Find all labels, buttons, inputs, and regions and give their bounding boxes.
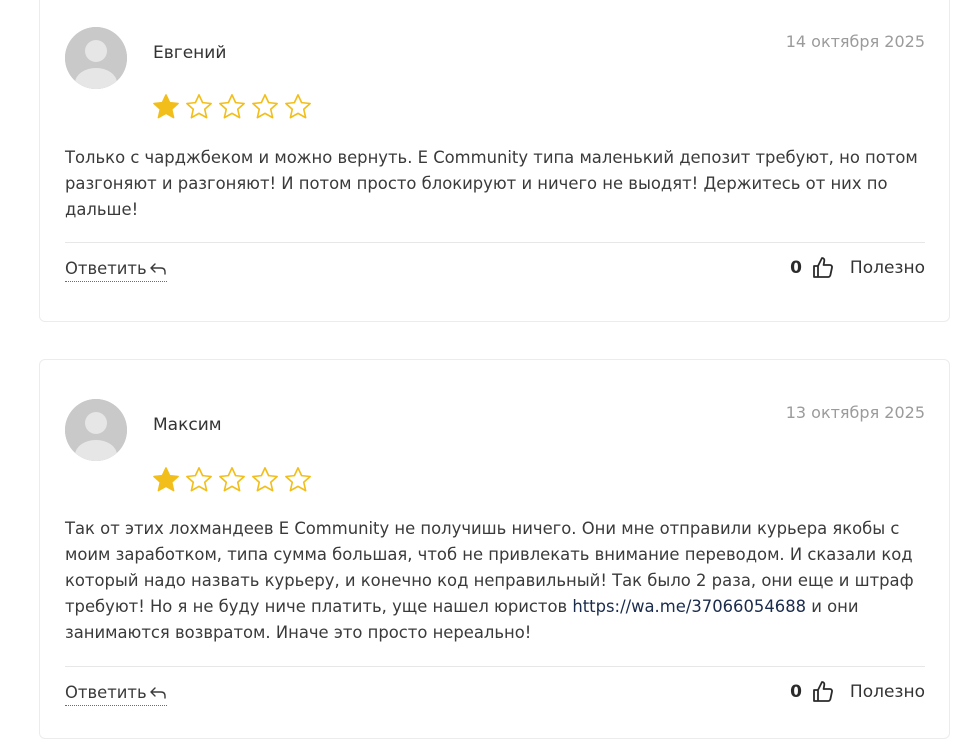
reply-button[interactable]: Ответить bbox=[65, 259, 167, 282]
star-empty-icon bbox=[285, 467, 311, 492]
helpful-button[interactable]: Полезно bbox=[850, 682, 925, 702]
star-filled-icon bbox=[153, 94, 179, 119]
star-empty-icon bbox=[285, 94, 311, 119]
user-placeholder-icon bbox=[65, 27, 127, 89]
thumbs-up-icon[interactable] bbox=[811, 680, 835, 704]
review-date: 14 октября 2025 bbox=[785, 32, 925, 51]
review-card: Максим 13 октября 2025 Так от этих лохма… bbox=[39, 359, 950, 739]
review-card: Евгений 14 октября 2025 Только с чарджбе… bbox=[39, 0, 950, 322]
avatar bbox=[65, 399, 127, 461]
avatar bbox=[65, 27, 127, 89]
reply-button[interactable]: Ответить bbox=[65, 683, 167, 706]
star-empty-icon bbox=[219, 94, 245, 119]
review-text: Только с чарджбеком и можно вернуть. E C… bbox=[65, 148, 918, 219]
helpful-button[interactable]: Полезно bbox=[850, 258, 925, 278]
star-filled-icon bbox=[153, 467, 179, 492]
divider bbox=[65, 666, 925, 667]
star-empty-icon bbox=[252, 94, 278, 119]
helpful-block: 0 Полезно bbox=[790, 680, 925, 704]
reply-label: Ответить bbox=[65, 683, 147, 702]
star-empty-icon bbox=[186, 467, 212, 492]
review-text: Так от этих лохмандеев E Community не по… bbox=[65, 516, 925, 646]
review-date: 13 октября 2025 bbox=[785, 403, 925, 422]
reply-arrow-icon bbox=[149, 262, 166, 275]
helpful-count: 0 bbox=[790, 258, 802, 278]
star-empty-icon bbox=[219, 467, 245, 492]
star-empty-icon bbox=[252, 467, 278, 492]
reply-arrow-icon bbox=[149, 686, 166, 699]
review-author: Максим bbox=[153, 415, 222, 435]
divider bbox=[65, 242, 925, 243]
thumbs-up-icon[interactable] bbox=[811, 256, 835, 280]
reply-label: Ответить bbox=[65, 259, 147, 278]
helpful-block: 0 Полезно bbox=[790, 256, 925, 280]
rating-stars bbox=[151, 92, 313, 122]
helpful-count: 0 bbox=[790, 682, 802, 702]
star-empty-icon bbox=[186, 94, 212, 119]
review-author: Евгений bbox=[153, 43, 227, 63]
review-link[interactable]: https://wa.me/37066054688 bbox=[572, 597, 806, 616]
user-placeholder-icon bbox=[65, 399, 127, 461]
rating-stars bbox=[151, 465, 313, 495]
